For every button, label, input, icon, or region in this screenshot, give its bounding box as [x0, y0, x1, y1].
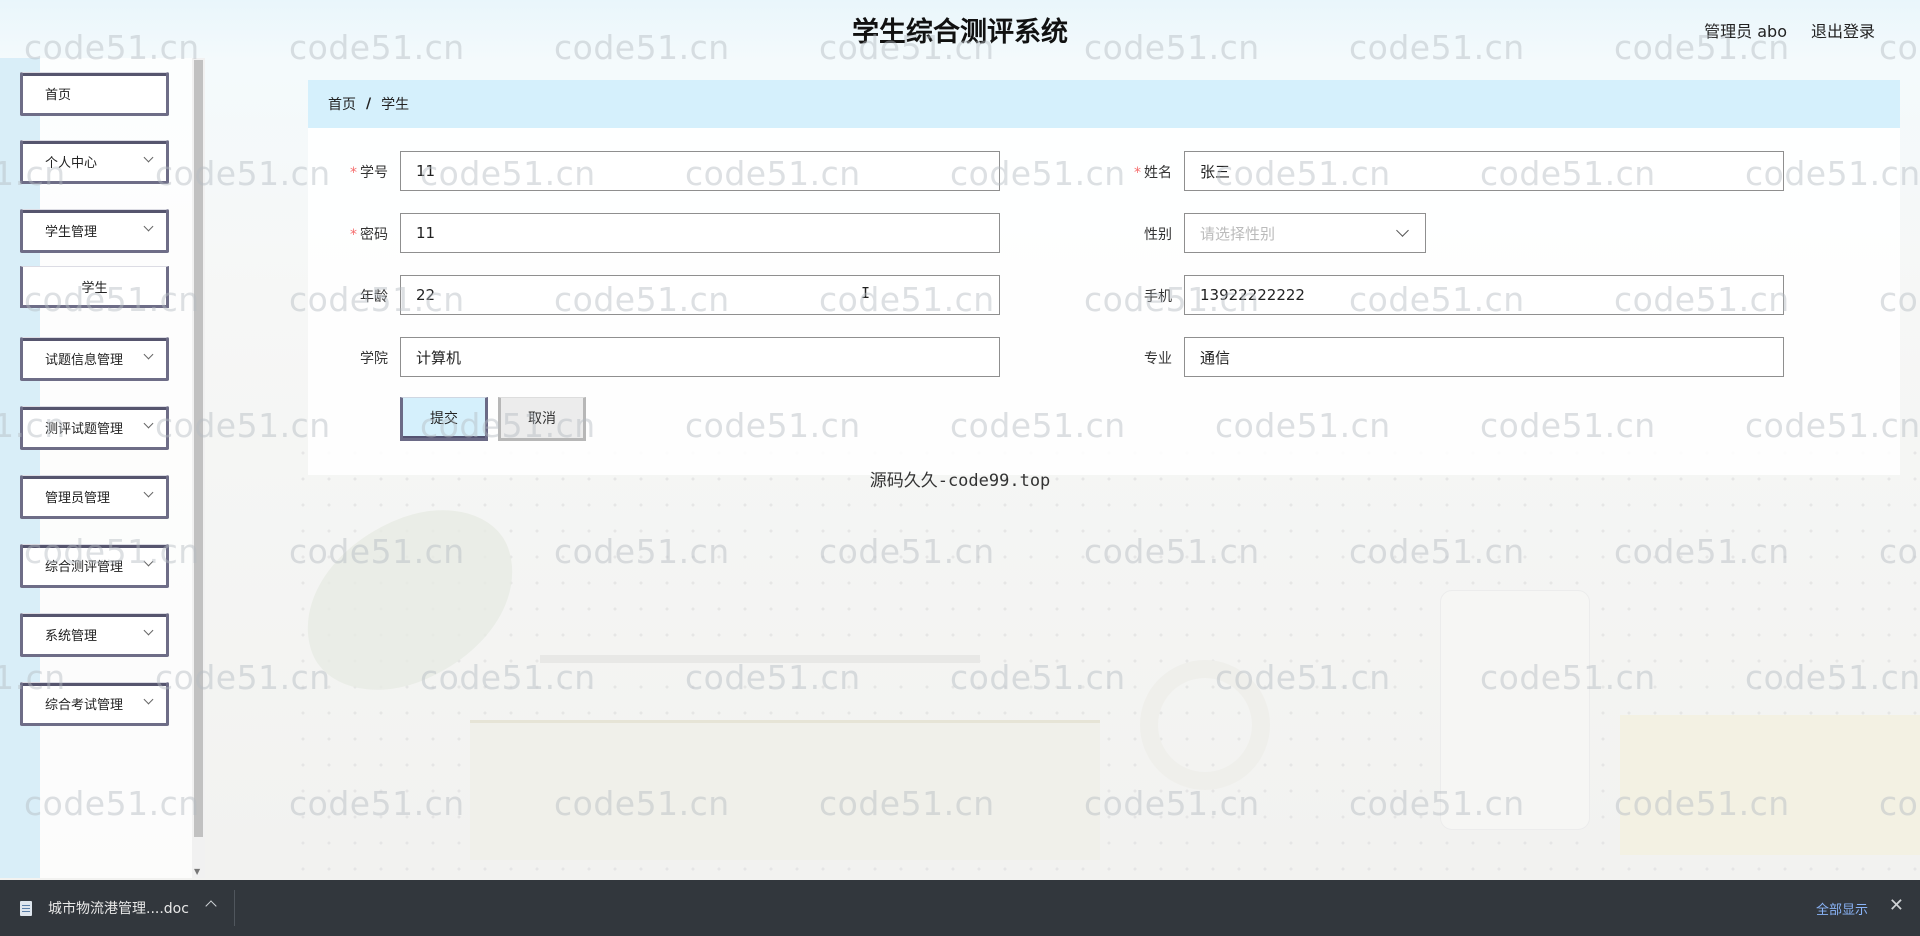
sidebar-subitem-label: 学生 [81, 280, 108, 296]
background-cylinder-image [1440, 590, 1590, 830]
password-value: 11 [416, 224, 436, 242]
chevron-down-icon [143, 694, 154, 705]
download-bar: 城市物流港管理....doc 全部显示 ✕ [0, 880, 1920, 936]
header-user-area: 管理员 abo 退出登录 [1704, 18, 1875, 42]
sidebar-item-question-info[interactable]: 试题信息管理 [20, 337, 169, 381]
sidebar-item-assessment-questions[interactable]: 测评试题管理 [20, 406, 169, 450]
download-file-name: 城市物流港管理....doc [48, 901, 189, 917]
sidebar-item-label: 学生管理 [45, 224, 98, 240]
chevron-down-icon [1396, 224, 1409, 237]
close-icon[interactable]: ✕ [1889, 895, 1904, 916]
breadcrumb-current: 学生 [381, 97, 410, 113]
phone-value: 13922222222 [1200, 286, 1305, 304]
background-book-image [1620, 715, 1920, 855]
age-label: 年龄 [360, 289, 388, 305]
sidebar-item-system-management[interactable]: 系统管理 [20, 613, 169, 657]
sidebar-subitem-student[interactable]: 学生 [20, 266, 169, 308]
age-input[interactable]: 22 I [400, 275, 1000, 315]
chevron-down-icon [143, 221, 154, 232]
chevron-up-icon[interactable] [205, 900, 217, 912]
gender-label: 性别 [1144, 227, 1172, 243]
cancel-button[interactable]: 取消 [498, 397, 586, 441]
major-value: 通信 [1200, 348, 1231, 367]
password-input[interactable]: 11 [400, 213, 1000, 253]
required-mark: * [1134, 165, 1141, 181]
submit-button[interactable]: 提交 [400, 397, 488, 441]
sidebar-item-home[interactable]: 首页 [20, 72, 169, 116]
sidebar-item-label: 个人中心 [45, 155, 98, 171]
page-title: 学生综合测评系统 [852, 17, 1068, 48]
college-label: 学院 [360, 351, 388, 367]
chevron-down-icon [143, 418, 154, 429]
college-input[interactable]: 计算机 [400, 337, 1000, 377]
download-item[interactable]: 城市物流港管理....doc [20, 880, 189, 936]
breadcrumb-separator: / [366, 96, 372, 112]
student-id-value: 11 [416, 162, 436, 180]
admin-user-label[interactable]: 管理员 abo [1704, 18, 1787, 42]
chevron-down-icon [143, 349, 154, 360]
gender-select[interactable]: 请选择性别 [1184, 213, 1426, 253]
background-shelf-image [540, 655, 980, 663]
age-value: 22 [416, 286, 436, 304]
password-label: * 密码 [350, 227, 388, 243]
student-id-input[interactable]: 11 [400, 151, 1000, 191]
document-icon [20, 900, 32, 916]
sidebar-item-label: 综合测评管理 [45, 559, 124, 575]
chevron-down-icon [143, 625, 154, 636]
breadcrumb: 首页 / 学生 [308, 80, 1900, 128]
sidebar-menu: 首页 个人中心 学生管理 学生 试题信息管理 测评试题管理 管理员管理 综合测评… [20, 72, 170, 751]
college-value: 计算机 [416, 348, 462, 367]
footer-source-text: 源码久久-code99.top [869, 471, 1051, 491]
sidebar-item-comprehensive-assessment[interactable]: 综合测评管理 [20, 544, 169, 588]
chevron-down-icon [143, 152, 154, 163]
download-bar-divider [234, 890, 235, 926]
name-label: * 姓名 [1134, 165, 1172, 181]
breadcrumb-home[interactable]: 首页 [328, 94, 356, 114]
name-input[interactable]: 张三 [1184, 151, 1784, 191]
sidebar-item-label: 首页 [45, 87, 72, 103]
logout-link[interactable]: 退出登录 [1811, 18, 1875, 42]
chevron-down-icon [143, 556, 154, 567]
text-cursor-icon: I [861, 284, 871, 302]
sidebar-item-label: 试题信息管理 [45, 352, 124, 368]
sidebar-item-label: 测评试题管理 [45, 421, 124, 437]
name-value: 张三 [1200, 162, 1231, 181]
sidebar-item-student-management[interactable]: 学生管理 [20, 209, 169, 253]
sidebar-item-comprehensive-exam[interactable]: 综合考试管理 [20, 682, 169, 726]
student-id-label: * 学号 [350, 165, 388, 181]
sidebar-item-label: 系统管理 [45, 628, 98, 644]
major-label: 专业 [1144, 351, 1172, 367]
required-mark: * [350, 165, 357, 181]
top-header: 学生综合测评系统 管理员 abo 退出登录 [0, 0, 1920, 58]
phone-label: 手机 [1144, 289, 1172, 305]
background-box-image [470, 720, 1100, 860]
scroll-down-arrow-icon[interactable]: ▼ [194, 867, 200, 876]
gender-placeholder: 请选择性别 [1200, 224, 1276, 243]
show-all-downloads-link[interactable]: 全部显示 [1816, 899, 1868, 918]
required-mark: * [350, 227, 357, 243]
sidebar-item-personal-center[interactable]: 个人中心 [20, 140, 169, 184]
sidebar-item-label: 综合考试管理 [45, 697, 124, 713]
background-ring-image [1140, 660, 1270, 790]
major-input[interactable]: 通信 [1184, 337, 1784, 377]
scrollbar-thumb[interactable] [194, 60, 203, 837]
phone-input[interactable]: 13922222222 [1184, 275, 1784, 315]
